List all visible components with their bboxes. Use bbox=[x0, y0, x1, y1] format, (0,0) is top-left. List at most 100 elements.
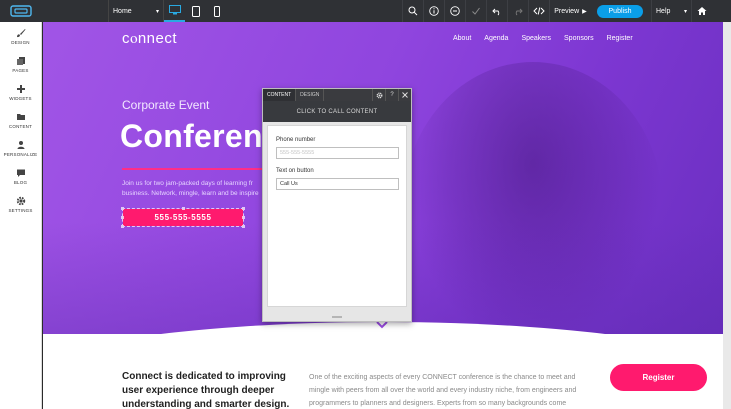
top-toolbar: Home ▾ Preview ▶ Publish Help ▾ bbox=[0, 0, 731, 22]
editor-logo[interactable] bbox=[0, 0, 42, 22]
sidebar-item-label: CONTENT bbox=[8, 123, 33, 129]
redo-button[interactable] bbox=[507, 0, 528, 22]
about-paragraph: One of the exciting aspects of every CON… bbox=[309, 374, 577, 407]
sidebar-item-label: SETTINGS bbox=[8, 207, 33, 213]
panel-help-button[interactable]: ? bbox=[385, 89, 398, 101]
chevron-down-icon[interactable] bbox=[375, 321, 389, 329]
button-text-label: Text on button bbox=[276, 168, 314, 174]
gear-icon bbox=[16, 196, 25, 205]
sidebar-item-personalize[interactable]: PERSONALIZE bbox=[0, 134, 41, 162]
home-icon bbox=[697, 7, 707, 15]
help-label: Help bbox=[656, 7, 671, 15]
nav-link-sponsors[interactable]: Sponsors bbox=[564, 35, 594, 42]
check-icon bbox=[472, 7, 480, 15]
chevron-down-icon: ▾ bbox=[683, 8, 687, 15]
code-icon bbox=[533, 7, 545, 15]
panel-header: CONTENT DESIGN ? bbox=[263, 89, 411, 101]
sidebar-item-label: BLOG bbox=[13, 179, 28, 185]
hero-subtitle: Corporate Event bbox=[122, 98, 210, 112]
site-logo[interactable]: cⲟnnect bbox=[122, 30, 177, 47]
brush-icon bbox=[16, 28, 25, 37]
sidebar-item-label: WIDGETS bbox=[9, 95, 32, 101]
resize-handle[interactable] bbox=[242, 216, 245, 219]
nav-link-speakers[interactable]: Speakers bbox=[521, 35, 551, 42]
tablet-view-button[interactable] bbox=[185, 0, 206, 22]
desktop-icon bbox=[168, 5, 181, 15]
chat-icon bbox=[16, 169, 25, 177]
folder-icon bbox=[16, 113, 25, 120]
publish-button[interactable]: Publish bbox=[597, 4, 643, 18]
preview-button[interactable]: Preview ▶ bbox=[549, 0, 591, 22]
nav-link-agenda[interactable]: Agenda bbox=[484, 35, 508, 42]
site-nav: About Agenda Speakers Sponsors Register bbox=[453, 35, 633, 42]
sidebar-item-label: PERSONALIZE bbox=[3, 151, 38, 157]
register-button[interactable]: Register bbox=[610, 364, 707, 391]
resize-handle[interactable] bbox=[121, 225, 124, 228]
sidebar-item-label: PAGES bbox=[12, 67, 29, 73]
undo-button[interactable] bbox=[486, 0, 507, 22]
panel-title: CLICK TO CALL CONTENT bbox=[263, 101, 411, 122]
panel-close-button[interactable] bbox=[398, 89, 411, 101]
zoom-out-icon bbox=[450, 6, 460, 16]
redo-icon bbox=[515, 8, 523, 16]
tablet-icon bbox=[191, 5, 200, 17]
search-icon bbox=[408, 6, 418, 16]
hero-divider bbox=[122, 168, 267, 170]
editor-app: Home ▾ Preview ▶ Publish Help ▾ DESIGN P… bbox=[0, 0, 731, 409]
nav-link-about[interactable]: About bbox=[453, 35, 471, 42]
pages-icon bbox=[16, 56, 25, 65]
info-button[interactable] bbox=[423, 0, 444, 22]
close-icon bbox=[402, 92, 408, 98]
tab-content[interactable]: CONTENT bbox=[263, 89, 297, 101]
resize-handle[interactable] bbox=[121, 207, 124, 210]
logo-icon bbox=[10, 5, 32, 17]
desktop-view-button[interactable] bbox=[164, 0, 185, 22]
phone-number-label: Phone number bbox=[276, 137, 316, 143]
selection-outline bbox=[121, 207, 245, 228]
page-selector-label: Home bbox=[113, 7, 132, 15]
panel-resize-grip[interactable] bbox=[332, 316, 342, 318]
page-selector[interactable]: Home ▾ bbox=[108, 0, 164, 22]
mobile-icon bbox=[213, 5, 220, 17]
home-button[interactable] bbox=[691, 0, 712, 22]
button-text-field[interactable] bbox=[276, 178, 399, 190]
chevron-down-icon: ▾ bbox=[155, 8, 159, 15]
left-sidebar: DESIGN PAGES WIDGETS CONTENT PERSONALIZE… bbox=[0, 22, 42, 409]
sidebar-item-pages[interactable]: PAGES bbox=[0, 50, 41, 78]
sidebar-item-label: DESIGN bbox=[11, 39, 30, 45]
plus-icon bbox=[16, 84, 25, 93]
right-gutter bbox=[723, 22, 731, 409]
check-button[interactable] bbox=[465, 0, 486, 22]
sidebar-item-blog[interactable]: BLOG bbox=[0, 162, 41, 190]
user-icon bbox=[17, 140, 24, 149]
resize-handle[interactable] bbox=[242, 207, 245, 210]
code-button[interactable] bbox=[528, 0, 549, 22]
tab-design[interactable]: DESIGN bbox=[296, 89, 325, 101]
gear-icon bbox=[376, 92, 382, 98]
about-heading: Connect is dedicated to improving user e… bbox=[122, 371, 290, 409]
hero-title: Conferen bbox=[120, 118, 263, 154]
sidebar-item-content[interactable]: CONTENT bbox=[0, 106, 41, 134]
nav-link-register[interactable]: Register bbox=[607, 35, 633, 42]
info-icon bbox=[429, 6, 439, 16]
panel-body: Phone number Text on button bbox=[267, 125, 407, 307]
mobile-view-button[interactable] bbox=[206, 0, 227, 22]
hero-description: Join us for two jam-packed days of learn… bbox=[122, 180, 259, 197]
sidebar-item-design[interactable]: DESIGN bbox=[0, 22, 41, 50]
zoom-out-button[interactable] bbox=[444, 0, 465, 22]
panel-settings-button[interactable] bbox=[372, 89, 385, 101]
click-to-call-panel: CONTENT DESIGN ? CLICK TO CALL CONTENT P… bbox=[262, 88, 412, 322]
question-icon: ? bbox=[390, 92, 394, 98]
resize-handle[interactable] bbox=[121, 216, 124, 219]
phone-number-field[interactable] bbox=[276, 147, 399, 159]
undo-icon bbox=[492, 8, 500, 16]
publish-label: Publish bbox=[608, 7, 632, 15]
sidebar-item-widgets[interactable]: WIDGETS bbox=[0, 78, 41, 106]
resize-handle[interactable] bbox=[182, 207, 185, 210]
preview-label: Preview bbox=[554, 7, 580, 15]
help-menu[interactable]: Help ▾ bbox=[651, 0, 691, 22]
search-button[interactable] bbox=[402, 0, 423, 22]
play-icon: ▶ bbox=[582, 8, 587, 15]
resize-handle[interactable] bbox=[242, 225, 245, 228]
sidebar-item-settings[interactable]: SETTINGS bbox=[0, 190, 41, 218]
